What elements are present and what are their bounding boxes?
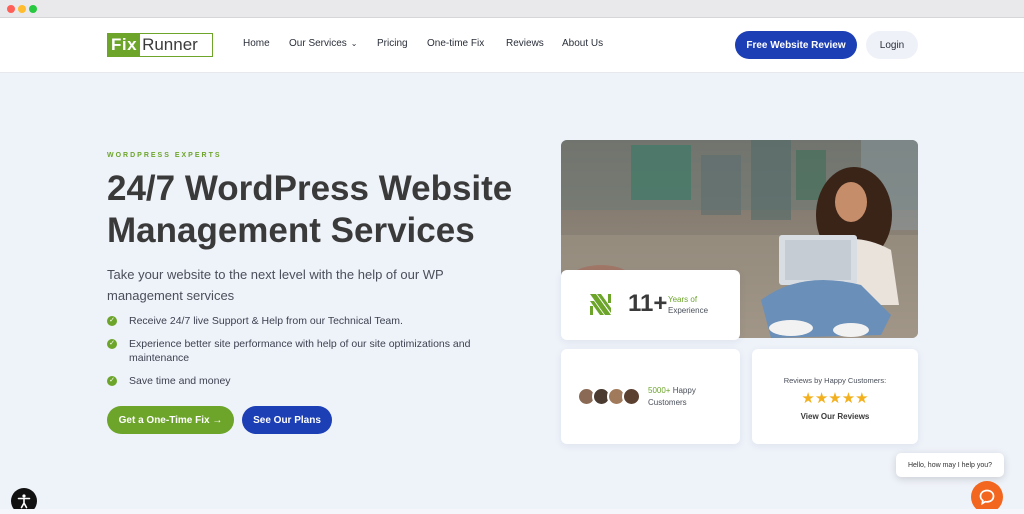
nav-one-time-fix[interactable]: One-time Fix — [427, 38, 484, 49]
check-circle-icon: ✓ — [107, 339, 117, 349]
happy-customers-label: 5000+ Happy Customers — [648, 385, 696, 409]
site-logo[interactable]: Fix Runner — [107, 33, 213, 57]
benefit-text: Receive 24/7 live Support & Help from ou… — [129, 315, 403, 327]
fixrunner-mark-icon — [588, 292, 613, 322]
reviews-title: Reviews by Happy Customers: — [783, 376, 887, 385]
benefit-text: Save time and money — [129, 375, 231, 387]
years-label-line-1: Years of — [668, 295, 698, 304]
happy-customers-value: 5000+ — [648, 386, 671, 395]
years-value: 11+ — [628, 290, 668, 317]
see-our-plans-button[interactable]: See Our Plans — [242, 406, 332, 434]
nav-reviews[interactable]: Reviews — [506, 38, 544, 49]
happy-customers-text-2: Customers — [648, 398, 687, 407]
years-label-line-2: Experience — [668, 306, 709, 315]
chevron-down-icon: ⌄ — [350, 39, 358, 48]
accessibility-icon — [17, 494, 31, 509]
reviews-card: Reviews by Happy Customers: ★★★★★ View O… — [752, 349, 918, 444]
customer-avatars — [577, 387, 641, 406]
hero-headline-line-2: Management Services — [107, 211, 475, 250]
hero-headline: 24/7 WordPress Website Management Servic… — [107, 168, 537, 252]
logo-fix-text: Fix — [108, 34, 141, 56]
happy-customers-card: 5000+ Happy Customers — [561, 349, 740, 444]
years-label: Years of Experience — [668, 294, 708, 316]
get-one-time-fix-button[interactable]: Get a One-Time Fix → — [107, 406, 234, 434]
browser-chrome — [0, 0, 1024, 18]
nav-our-services[interactable]: Our Services ⌄ — [289, 38, 358, 49]
view-our-reviews-link[interactable]: View Our Reviews — [752, 412, 918, 421]
page-bottom-edge — [0, 509, 1024, 514]
chat-greeting-bubble[interactable]: Hello, how may I help you? — [896, 453, 1004, 477]
happy-customers-text-1: Happy — [670, 386, 696, 395]
nav-home[interactable]: Home — [243, 38, 270, 49]
chat-icon — [979, 489, 995, 505]
years-experience-card: 11+ Years of Experience — [561, 270, 740, 340]
benefits-list: ✓ Receive 24/7 live Support & Help from … — [107, 314, 527, 388]
avatar — [622, 387, 641, 406]
benefit-item: ✓ Experience better site performance wit… — [107, 337, 527, 365]
free-website-review-button[interactable]: Free Website Review — [735, 31, 857, 59]
benefit-item: ✓ Receive 24/7 live Support & Help from … — [107, 314, 527, 328]
star-rating: ★★★★★ — [801, 390, 869, 407]
nav-pricing[interactable]: Pricing — [377, 38, 408, 49]
login-button[interactable]: Login — [866, 31, 918, 59]
logo-runner-text: Runner — [142, 35, 198, 54]
hero-subtext: Take your website to the next level with… — [107, 267, 444, 303]
nav-about-us[interactable]: About Us — [562, 38, 603, 49]
benefit-text: Experience better site performance with … — [129, 338, 471, 364]
hero-headline-line-1: 24/7 WordPress Website — [107, 169, 513, 208]
window-close-dot[interactable] — [7, 5, 15, 13]
window-maximize-dot[interactable] — [29, 5, 37, 13]
hero-eyebrow: WORDPRESS EXPERTS — [107, 152, 222, 159]
nav-our-services-label: Our Services — [289, 38, 347, 49]
benefit-item: ✓ Save time and money — [107, 374, 527, 388]
check-circle-icon: ✓ — [107, 316, 117, 326]
window-minimize-dot[interactable] — [18, 5, 26, 13]
site-header: Fix Runner Home Our Services ⌄ Pricing On… — [0, 18, 1024, 73]
check-circle-icon: ✓ — [107, 376, 117, 386]
